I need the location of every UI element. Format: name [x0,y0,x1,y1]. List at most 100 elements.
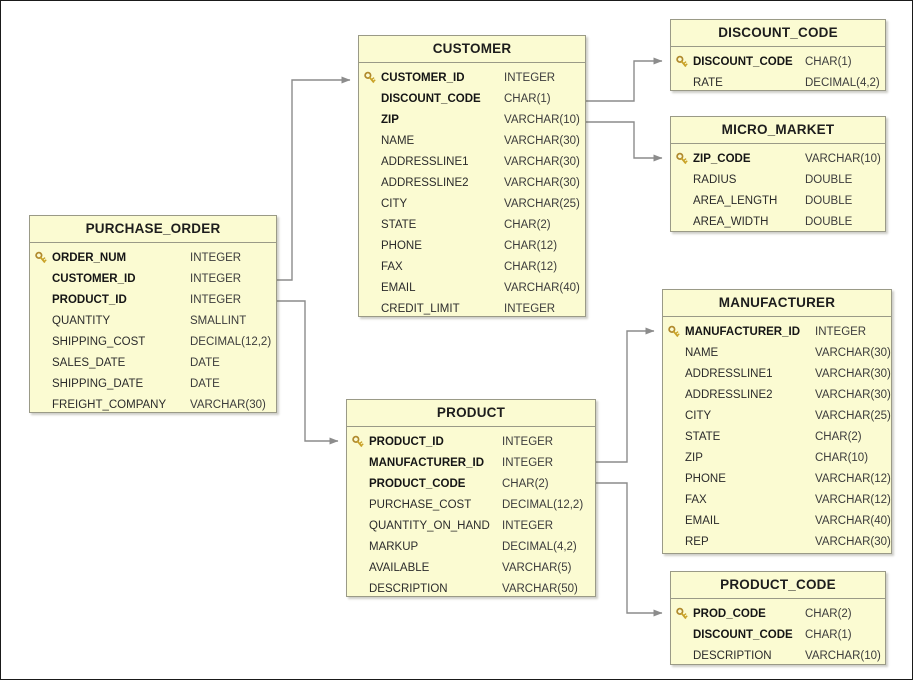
attribute-row[interactable]: ADDRESSLINE2 VARCHAR(30) [359,173,585,194]
attribute-row[interactable]: PRODUCT_ID INTEGER [30,290,276,311]
attribute-list-product: PRODUCT_ID INTEGER MANUFACTURER_ID INTEGER P… [347,427,595,606]
attribute-type: CHAR(1) [805,629,852,641]
attribute-name: DESCRIPTION [369,583,448,595]
attribute-name: PRODUCT_CODE [369,478,466,490]
attribute-row[interactable]: PHONE CHAR(12) [359,236,585,257]
entity-product-code[interactable]: PRODUCT_CODE PROD_CODE CHAR(2) DISCOUNT_COD… [670,571,886,665]
key-slot-empty [359,173,381,194]
attribute-row[interactable]: DISCOUNT_CODE CHAR(1) [359,89,585,110]
attribute-row[interactable]: CUSTOMER_ID INTEGER [359,68,585,89]
attribute-row[interactable]: ZIP VARCHAR(10) [359,110,585,131]
attribute-name: SHIPPING_DATE [52,378,144,390]
key-slot-empty [359,299,381,320]
attribute-row[interactable]: CREDIT_LIMIT INTEGER [359,299,585,320]
attribute-row[interactable]: RATE DECIMAL(4,2) [671,73,885,94]
attribute-row[interactable]: DESCRIPTION VARCHAR(10) [671,646,885,667]
attribute-row[interactable]: DESCRIPTION VARCHAR(50) [347,579,595,600]
key-slot-empty [359,278,381,299]
attribute-row[interactable]: PHONE VARCHAR(12) [663,469,891,490]
attribute-name: ADDRESSLINE1 [381,156,469,168]
key-slot-empty [30,374,52,395]
attribute-type: CHAR(2) [504,219,551,231]
entity-product[interactable]: PRODUCT PRODUCT_ID INTEGER MANUFACTURER_ID I… [346,399,596,597]
attribute-row[interactable]: ZIP CHAR(10) [663,448,891,469]
attribute-name: EMAIL [381,282,416,294]
attribute-row[interactable]: SHIPPING_COST DECIMAL(12,2) [30,332,276,353]
attribute-name: STATE [685,431,721,443]
er-diagram-canvas: PURCHASE_ORDER ORDER_NUM INTEGER CUSTOMER_I… [0,0,913,680]
attribute-row[interactable]: FREIGHT_COMPANY VARCHAR(30) [30,395,276,416]
attribute-row[interactable]: PRODUCT_ID INTEGER [347,432,595,453]
attribute-type: VARCHAR(30) [504,156,580,168]
key-icon [363,71,378,86]
attribute-row[interactable]: CITY VARCHAR(25) [663,406,891,427]
attribute-row[interactable]: CUSTOMER_ID INTEGER [30,269,276,290]
attribute-type: VARCHAR(10) [504,114,580,126]
attribute-name: ADDRESSLINE2 [381,177,469,189]
attribute-name: ADDRESSLINE1 [685,368,773,380]
attribute-row[interactable]: PROD_CODE CHAR(2) [671,604,885,625]
key-slot-empty [663,469,685,490]
attribute-name: FAX [685,494,707,506]
attribute-row[interactable]: NAME VARCHAR(30) [663,343,891,364]
attribute-name: NAME [685,347,719,359]
key-slot-empty [30,269,52,290]
attribute-row[interactable]: REP VARCHAR(30) [663,532,891,553]
attribute-type: CHAR(1) [504,93,551,105]
attribute-row[interactable]: MANUFACTURER_ID INTEGER [663,322,891,343]
attribute-type: CHAR(12) [504,240,558,252]
attribute-row[interactable]: FAX VARCHAR(12) [663,490,891,511]
primary-key-icon [663,322,685,343]
attribute-row[interactable]: STATE CHAR(2) [359,215,585,236]
attribute-row[interactable]: DISCOUNT_CODE CHAR(1) [671,52,885,73]
attribute-name: QUANTITY_ON_HAND [369,520,490,532]
attribute-row[interactable]: AVAILABLE VARCHAR(5) [347,558,595,579]
entity-discount-code[interactable]: DISCOUNT_CODE DISCOUNT_CODE CHAR(1) RATE DEC… [670,19,886,91]
attribute-name: ORDER_NUM [52,252,127,264]
attribute-row[interactable]: EMAIL VARCHAR(40) [663,511,891,532]
attribute-row[interactable]: PURCHASE_COST DECIMAL(12,2) [347,495,595,516]
key-icon [34,251,49,266]
connector-purchase-order-product-id-to-product-product-id [277,300,339,445]
attribute-row[interactable]: CITY VARCHAR(25) [359,194,585,215]
attribute-row[interactable]: ZIP_CODE VARCHAR(10) [671,149,885,170]
attribute-row[interactable]: ADDRESSLINE1 VARCHAR(30) [359,152,585,173]
attribute-row[interactable]: ADDRESSLINE2 VARCHAR(30) [663,385,891,406]
attribute-name: MARKUP [369,541,419,553]
attribute-name: ZIP [685,452,703,464]
entity-manufacturer[interactable]: MANUFACTURER MANUFACTURER_ID INTEGER NAME VA… [662,289,892,554]
attribute-row[interactable]: ORDER_NUM INTEGER [30,248,276,269]
entity-micro-market[interactable]: MICRO_MARKET ZIP_CODE VARCHAR(10) RADIUS DOU… [670,116,886,232]
attribute-name: ZIP [381,114,399,126]
attribute-row[interactable]: ADDRESSLINE1 VARCHAR(30) [663,364,891,385]
attribute-row[interactable]: AREA_WIDTH DOUBLE [671,212,885,233]
attribute-name: NAME [381,135,415,147]
attribute-type: CHAR(2) [815,431,862,443]
attribute-row[interactable]: MARKUP DECIMAL(4,2) [347,537,595,558]
key-slot-empty [663,532,685,553]
attribute-name: DISCOUNT_CODE [693,56,793,68]
attribute-list-product-code: PROD_CODE CHAR(2) DISCOUNT_CODE CHAR(1) DESC… [671,599,885,673]
key-icon [667,325,682,340]
attribute-row[interactable]: NAME VARCHAR(30) [359,131,585,152]
connector-product-product-code-to-product-code-prod-code [596,482,663,617]
attribute-name: STATE [381,219,417,231]
attribute-row[interactable]: SALES_DATE DATE [30,353,276,374]
attribute-row[interactable]: STATE CHAR(2) [663,427,891,448]
attribute-row[interactable]: PRODUCT_CODE CHAR(2) [347,474,595,495]
attribute-name: RADIUS [693,174,737,186]
key-slot-empty [347,516,369,537]
primary-key-icon [30,248,52,269]
attribute-row[interactable]: QUANTITY SMALLINT [30,311,276,332]
entity-customer[interactable]: CUSTOMER CUSTOMER_ID INTEGER DISCOUNT_CODE C… [358,35,586,317]
attribute-row[interactable]: EMAIL VARCHAR(40) [359,278,585,299]
attribute-row[interactable]: QUANTITY_ON_HAND INTEGER [347,516,595,537]
attribute-name: DISCOUNT_CODE [381,93,481,105]
attribute-row[interactable]: SHIPPING_DATE DATE [30,374,276,395]
attribute-row[interactable]: RADIUS DOUBLE [671,170,885,191]
attribute-row[interactable]: MANUFACTURER_ID INTEGER [347,453,595,474]
entity-purchase-order[interactable]: PURCHASE_ORDER ORDER_NUM INTEGER CUSTOMER_I… [29,215,277,413]
attribute-row[interactable]: AREA_LENGTH DOUBLE [671,191,885,212]
attribute-row[interactable]: FAX CHAR(12) [359,257,585,278]
attribute-row[interactable]: DISCOUNT_CODE CHAR(1) [671,625,885,646]
